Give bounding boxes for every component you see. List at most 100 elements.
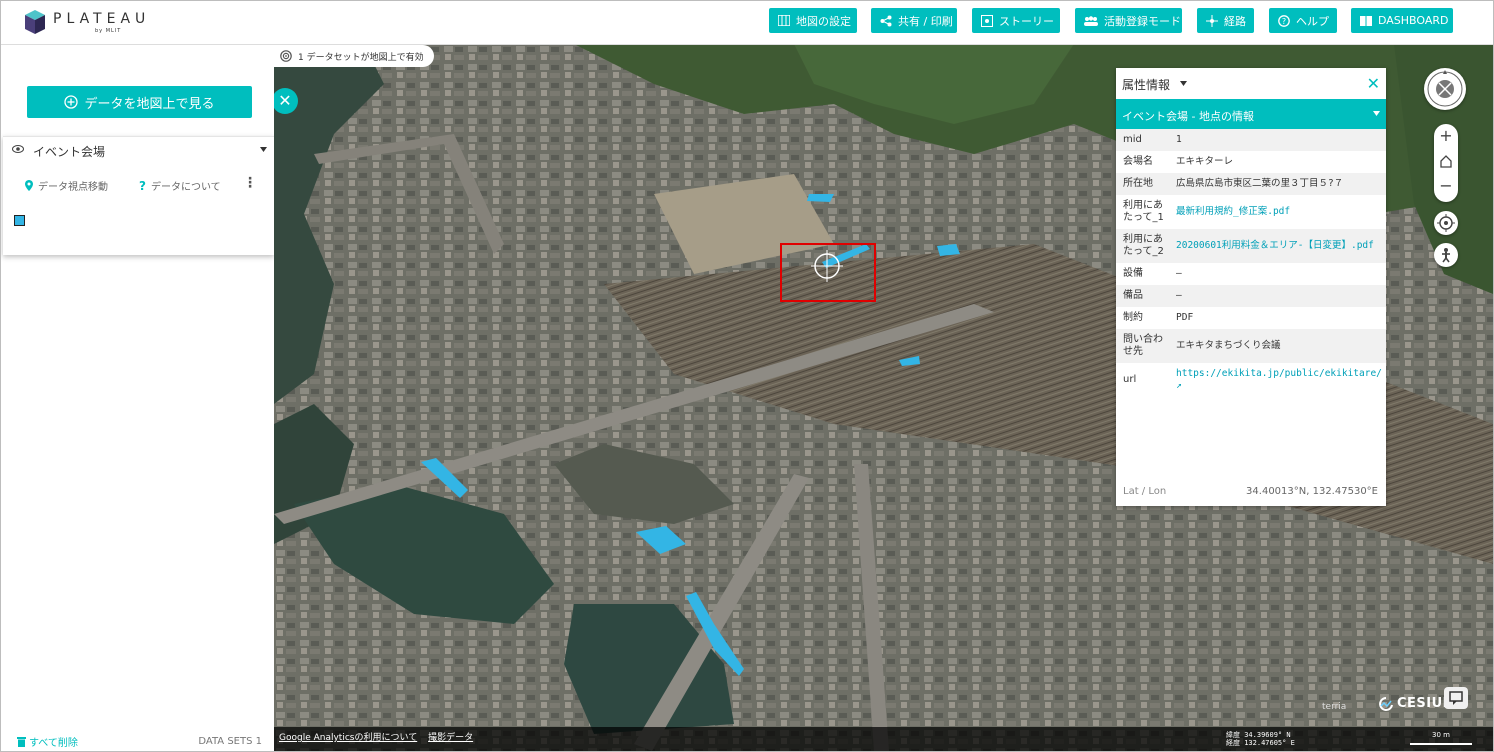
nav-label: 共有 / 印刷	[898, 14, 953, 28]
eye-icon[interactable]	[12, 145, 24, 153]
external-link-icon: ↗	[1176, 380, 1182, 391]
feedback-button[interactable]	[1444, 687, 1468, 709]
table-row: url https://ekikita.jp/public/ekikitare/ …	[1116, 363, 1386, 397]
compass-icon	[1427, 70, 1463, 107]
svg-text:?: ?	[1282, 17, 1286, 26]
plateau-cube-icon	[25, 10, 45, 34]
attr-key: 会場名	[1123, 156, 1153, 167]
attr-key: 所在地	[1116, 173, 1169, 195]
activity-mode-button[interactable]: 活動登録モード	[1075, 8, 1182, 33]
nav-label: 経路	[1224, 14, 1246, 28]
workbench-panel: データを地図上で見る イベント会場 データ視点移動 ? データについて ⋮ すべ…	[1, 44, 274, 751]
close-icon: ✕	[278, 91, 292, 110]
zoom-in-icon[interactable]: +	[1434, 126, 1458, 145]
route-icon	[1206, 14, 1218, 27]
feature-section-header[interactable]: イベント会場 - 地点の情報	[1116, 99, 1386, 129]
help-button[interactable]: ? ヘルプ	[1269, 8, 1337, 33]
more-options-icon[interactable]: ⋮	[243, 175, 257, 191]
table-row: 備品 —	[1116, 285, 1386, 307]
table-row: mid 1	[1116, 129, 1386, 151]
nav-label: 活動登録モード	[1104, 14, 1181, 28]
table-row: 利用にあたって_1 最新利用規約_修正案.pdf	[1116, 195, 1386, 229]
chevron-down-icon[interactable]	[1180, 81, 1187, 86]
dashboard-button[interactable]: DASHBOARD	[1351, 8, 1453, 33]
attr-value: エキキタまちづくり会議	[1169, 329, 1386, 363]
analytics-link[interactable]: Google Analyticsの利用について	[279, 733, 417, 743]
attr-key: 利用にあたって_1	[1123, 200, 1164, 223]
trash-icon	[17, 736, 26, 747]
my-location-button[interactable]	[1434, 211, 1458, 235]
feature-section-title: イベント会場 - 地点の情報	[1122, 110, 1254, 123]
attr-key: 利用にあたって_2	[1116, 229, 1169, 263]
zoom-out-icon[interactable]: −	[1434, 176, 1458, 195]
share-icon	[880, 15, 892, 26]
pedestrian-icon	[1442, 248, 1450, 263]
zoom-control: + −	[1434, 124, 1458, 202]
home-icon[interactable]	[1439, 154, 1453, 168]
close-icon[interactable]: ✕	[1367, 74, 1380, 93]
coordinate-readout: 緯度 34.39609° N 経度 132.47605° E	[1226, 731, 1295, 747]
map-settings-button[interactable]: 地図の設定	[769, 8, 857, 33]
imagery-credit-link[interactable]: 撮影データ	[428, 733, 473, 743]
top-bar: PLATEAU by MLIT 地図の設定 共有 / 印刷 ストーリー 活動登録…	[1, 1, 1493, 45]
story-button[interactable]: ストーリー	[972, 8, 1060, 33]
dataset-move-view-button[interactable]: データ視点移動	[25, 178, 108, 193]
help-icon: ?	[1278, 14, 1290, 27]
map-settings-icon	[778, 15, 790, 26]
map-pin-icon	[25, 180, 33, 191]
attr-value: 広島県広島市東区二葉の里３丁目５?７	[1169, 173, 1386, 195]
attr-key: url	[1123, 374, 1137, 385]
locate-icon	[1437, 214, 1455, 232]
active-datasets-text: 1 データセットが地図上で有効	[298, 52, 424, 63]
attr-value: エキキターレ	[1176, 156, 1234, 167]
share-print-button[interactable]: 共有 / 印刷	[871, 8, 957, 33]
footer-links: Google Analyticsの利用について 撮影データ	[279, 730, 481, 743]
view-data-on-map-button[interactable]: データを地図上で見る	[27, 86, 252, 118]
question-icon: ?	[139, 178, 146, 193]
logo-subtitle: by MLIT	[95, 28, 122, 34]
nav-label: ストーリー	[999, 14, 1054, 28]
nav-label: ヘルプ	[1296, 14, 1329, 28]
logo-text: PLATEAU	[53, 11, 151, 27]
broadcast-icon	[280, 50, 292, 62]
table-row: 設備 —	[1116, 263, 1386, 285]
latitude-readout: 緯度 34.39609° N	[1226, 731, 1291, 739]
app-window: PLATEAU by MLIT 地図の設定 共有 / 印刷 ストーリー 活動登録…	[0, 0, 1494, 752]
feature-info-title: 属性情報	[1122, 78, 1171, 92]
attr-pdf-link[interactable]: 最新利用規約_修正案.pdf	[1169, 195, 1386, 229]
compass-control[interactable]	[1424, 68, 1466, 110]
route-button[interactable]: 経路	[1197, 8, 1254, 33]
remove-all-label: すべて削除	[29, 738, 78, 749]
chat-icon	[1449, 691, 1463, 705]
table-row: 制約 PDF	[1116, 307, 1386, 329]
nav-label: 地図の設定	[796, 14, 851, 28]
plateau-logo[interactable]: PLATEAU by MLIT	[25, 9, 145, 37]
latlon-value: 34.40013°N, 132.47530°E	[1246, 486, 1378, 497]
attr-url-link[interactable]: https://ekikita.jp/public/ekikitare/ ↗	[1169, 363, 1386, 397]
attr-value: —	[1169, 285, 1386, 307]
attr-value: PDF	[1176, 312, 1194, 323]
book-icon	[1360, 15, 1372, 26]
latlon-label: Lat / Lon	[1123, 486, 1167, 497]
map-view[interactable]: 1 データセットが地図上で有効 ✕ 属性情報 ✕ イベント会場 - 地点の情報 …	[274, 44, 1493, 751]
datasets-count: DATA SETS 1	[198, 736, 262, 747]
legend-swatch	[14, 215, 25, 226]
dataset-about-button[interactable]: ? データについて	[139, 178, 221, 194]
attr-pdf-link[interactable]: 20200601利用料金＆エリア-【日変更】.pdf	[1169, 229, 1386, 263]
chevron-down-icon[interactable]	[260, 147, 267, 152]
dataset-card: イベント会場 データ視点移動 ? データについて ⋮	[3, 136, 274, 255]
remove-all-button[interactable]: すべて削除	[17, 734, 78, 749]
nav-label: DASHBOARD	[1378, 14, 1449, 27]
chevron-down-icon	[1373, 111, 1380, 116]
feature-attribute-table: mid 1 会場名 エキキターレ 所在地 広島県広島市東区二葉の里３丁目５?７ 利用に…	[1116, 129, 1386, 397]
move-view-label: データ視点移動	[38, 182, 108, 193]
terria-logo: terria	[1322, 702, 1347, 712]
active-datasets-badge: 1 データセットが地図上で有効	[274, 45, 434, 67]
dataset-title[interactable]: イベント会場	[33, 143, 105, 160]
feature-info-header[interactable]: 属性情報 ✕	[1116, 68, 1386, 98]
longitude-readout: 経度 132.47605° E	[1226, 739, 1295, 747]
users-icon	[1084, 15, 1098, 26]
table-row: 利用にあたって_2 20200601利用料金＆エリア-【日変更】.pdf	[1116, 229, 1386, 263]
pedestrian-mode-button[interactable]	[1434, 243, 1458, 267]
story-icon	[981, 14, 993, 27]
